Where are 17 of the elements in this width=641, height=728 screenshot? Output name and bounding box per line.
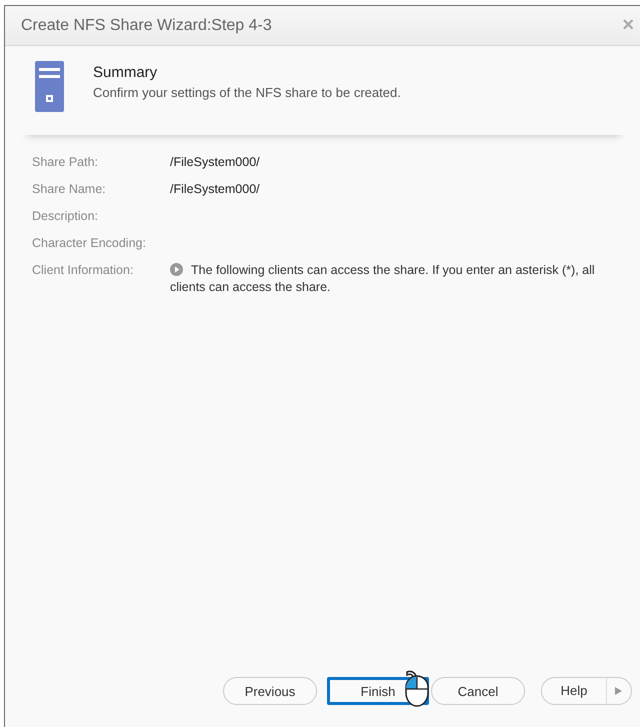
field-label: Character Encoding:: [32, 236, 147, 251]
field-label: Share Name:: [32, 182, 107, 197]
play-icon: [170, 263, 183, 276]
field-label: Description:: [32, 209, 99, 224]
help-button[interactable]: Help: [541, 677, 632, 705]
window-title: Create NFS Share Wizard:Step 4-3: [21, 16, 272, 34]
wizard-button[interactable]: Cancel: [431, 677, 525, 705]
field-label: Client Information:: [32, 263, 134, 279]
wizard-button[interactable]: Previous: [223, 677, 317, 705]
server-icon: [35, 61, 65, 113]
field-value: /FileSystem000/: [170, 182, 261, 197]
caret-icon: [615, 687, 622, 695]
field-label: Share Path:: [32, 155, 100, 170]
field-value: /FileSystem000/: [170, 155, 261, 170]
client-info-note: The following clients can access the share. If you enter an asterisk (*), all clients can access the share.: [170, 262, 596, 296]
summary-title: Summary: [93, 64, 158, 81]
summary-subtitle: Confirm your settings of the NFS share to be created.: [93, 85, 401, 100]
